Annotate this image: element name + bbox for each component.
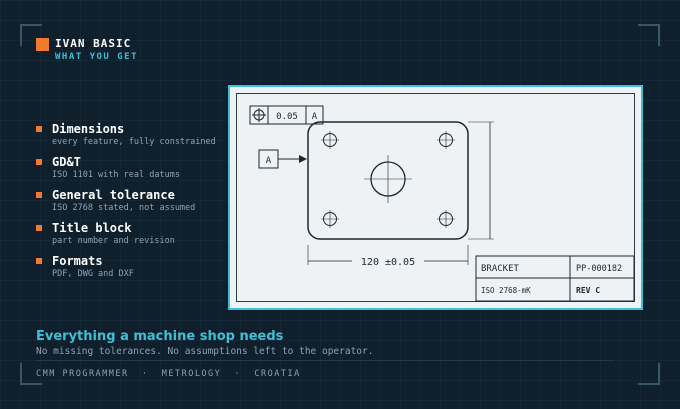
bullet-icon xyxy=(36,159,42,165)
feature-detail: ISO 2768 stated, not assumed xyxy=(52,203,196,213)
bullet-icon xyxy=(36,258,42,264)
corner-bracket-top-right xyxy=(638,24,660,46)
feature-detail: part number and revision xyxy=(52,236,175,246)
feature-detail: ISO 1101 with real datums xyxy=(52,170,180,180)
fcf-tolerance: 0.05 xyxy=(276,112,298,122)
brand-tagline: WHAT YOU GET xyxy=(55,52,139,62)
mounting-hole xyxy=(321,131,339,149)
datum-triangle-icon xyxy=(299,155,307,163)
title-block-standard: ISO 2768-mK xyxy=(481,286,531,295)
datum-flag: A xyxy=(258,149,307,169)
feature-item: Title block part number and revision xyxy=(36,221,216,254)
feature-item: General tolerance ISO 2768 stated, not a… xyxy=(36,188,216,221)
title-block: BRACKET PP-000182 ISO 2768-mK REV C xyxy=(475,255,635,302)
feature-title: GD&T xyxy=(52,155,81,169)
brand: IVAN BASIC xyxy=(36,37,131,51)
feature-title: Dimensions xyxy=(52,122,125,136)
footer-credentials: CMM PROGRAMMER · METROLOGY · CROATIA xyxy=(36,369,301,379)
center-bore xyxy=(364,155,412,203)
drawing-sheet: 0.05 A A 120 ±0.05 BRACKET PP-000182 ISO… xyxy=(236,93,635,302)
feature-detail: PDF, DWG and DXF xyxy=(52,269,134,279)
mounting-hole xyxy=(437,210,455,228)
title-block-part-name: BRACKET xyxy=(481,264,520,274)
feature-title: General tolerance xyxy=(52,188,175,202)
mounting-hole xyxy=(321,210,339,228)
divider xyxy=(36,360,614,361)
title-block-part-number: PP-000182 xyxy=(576,264,622,274)
feature-item: GD&T ISO 1101 with real datums xyxy=(36,155,216,188)
feature-detail: every feature, fully constrained xyxy=(52,137,216,147)
feature-title: Title block xyxy=(52,221,132,235)
bullet-icon xyxy=(36,192,42,198)
width-dimension-value: 120 ±0.05 xyxy=(361,257,415,268)
feature-list: Dimensions every feature, fully constrai… xyxy=(36,122,216,287)
bullet-icon xyxy=(36,225,42,231)
feature-control-frame: 0.05 A xyxy=(249,105,324,125)
technical-drawing: 0.05 A A 120 ±0.05 BRACKET PP-000182 ISO… xyxy=(228,85,643,310)
bullet-icon xyxy=(36,126,42,132)
headline: Everything a machine shop needs xyxy=(36,329,284,344)
title-block-revision: REV C xyxy=(576,286,600,295)
width-dimension: 120 ±0.05 xyxy=(307,245,469,268)
mounting-hole xyxy=(437,131,455,149)
brand-square-icon xyxy=(36,38,49,51)
brand-name: IVAN BASIC xyxy=(55,37,132,50)
feature-item: Formats PDF, DWG and DXF xyxy=(36,254,216,287)
feature-item: Dimensions every feature, fully constrai… xyxy=(36,122,216,155)
height-dimension xyxy=(468,121,494,240)
fcf-datum: A xyxy=(312,112,318,122)
subline: No missing tolerances. No assumptions le… xyxy=(36,346,374,357)
corner-bracket-bottom-right xyxy=(638,363,660,385)
datum-label: A xyxy=(266,156,272,166)
feature-title: Formats xyxy=(52,254,103,268)
